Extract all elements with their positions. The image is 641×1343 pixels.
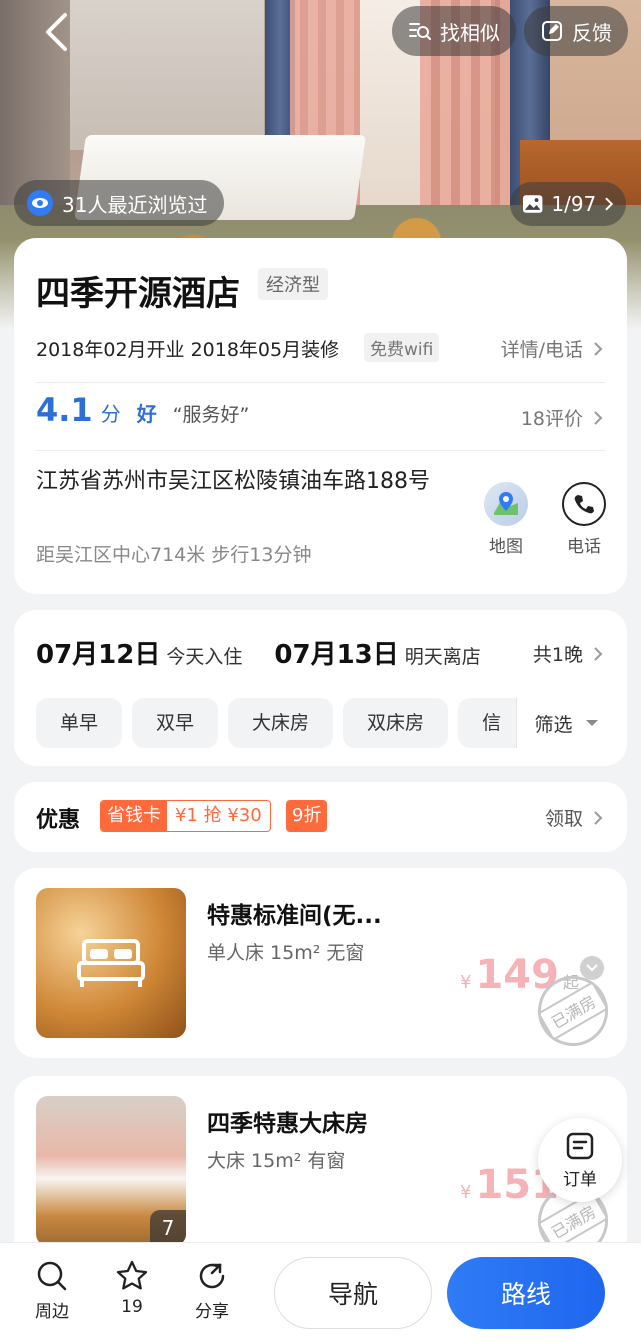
caret-down-icon xyxy=(585,720,598,726)
star-icon xyxy=(116,1260,148,1290)
chevron-right-icon xyxy=(594,410,603,425)
navigate-button[interactable]: 导航 xyxy=(274,1257,432,1329)
details-phone-link[interactable]: 详情/电话 xyxy=(501,335,603,362)
chevron-right-icon xyxy=(594,646,603,661)
filter-chip-double-breakfast[interactable]: 双早 xyxy=(132,698,219,748)
chevron-right-icon xyxy=(594,810,603,825)
hotel-opening-info: 2018年02月开业 2018年05月装修 xyxy=(36,339,340,361)
photo-count-text: 1/97 xyxy=(551,192,597,216)
order-icon xyxy=(566,1132,594,1159)
checkout-label: 明天离店 xyxy=(404,646,481,668)
hotel-address: 江苏省苏州市吴江区松陵镇油车路188号 xyxy=(36,469,430,494)
nights-count: 共1晚 xyxy=(532,644,583,666)
reviews-link[interactable]: 18评价 xyxy=(521,404,603,431)
share-label: 分享 xyxy=(195,1302,229,1322)
chevron-right-icon xyxy=(605,197,614,211)
discount-badge: 9折 xyxy=(286,800,328,832)
share-icon xyxy=(199,1263,225,1289)
claim-link[interactable]: 领取 xyxy=(545,804,603,831)
promo-card[interactable]: 优惠 省钱卡 ¥1 抢 ¥30 9折 领取 xyxy=(14,782,627,852)
details-phone-label: 详情/电话 xyxy=(500,339,583,361)
chevron-left-icon xyxy=(46,13,67,51)
map-pin-icon xyxy=(494,492,518,515)
room-image[interactable]: 7 xyxy=(36,1096,186,1246)
filter-chip-twin-bed[interactable]: 双床房 xyxy=(343,698,449,748)
filter-button[interactable]: 筛选 xyxy=(516,698,616,748)
review-quote: “服务好” xyxy=(172,404,250,426)
rating-word: 好 xyxy=(136,402,157,426)
search-icon xyxy=(37,1261,67,1291)
checkin-label: 今天入住 xyxy=(166,646,243,668)
room-image[interactable] xyxy=(36,888,186,1038)
chevron-down-icon xyxy=(586,964,598,972)
feedback-label: 反馈 xyxy=(572,20,612,45)
room-spec: 单人床 15m² 无窗 xyxy=(207,942,365,964)
checkin-date: 07月12日 xyxy=(36,640,161,670)
nights-selector[interactable]: 共1晚 xyxy=(533,640,603,667)
photo-count-badge[interactable]: 1/97 xyxy=(510,182,626,226)
stay-dates[interactable]: 07月12日 今天入住 07月13日 明天离店 xyxy=(36,634,481,671)
feedback-button[interactable]: 反馈 xyxy=(524,6,628,56)
room-name: 四季特惠大床房 xyxy=(207,1111,368,1137)
bottom-action-bar: 周边 19 分享 导航 路线 xyxy=(0,1242,641,1343)
rating-unit: 分 xyxy=(100,402,121,426)
eye-icon xyxy=(27,190,53,216)
filter-chips: 单早 双早 大床房 双床房 信 xyxy=(36,698,516,748)
saving-card-badge: 省钱卡 ¥1 抢 ¥30 xyxy=(100,800,271,832)
nearby-button[interactable]: 周边 xyxy=(22,1259,82,1322)
reviews-count: 18评价 xyxy=(520,408,583,430)
viewers-text: 31人最近浏览过 xyxy=(62,192,208,217)
hotel-info-card: 四季开源酒店 经济型 2018年02月开业 2018年05月装修 免费wifi … xyxy=(14,238,627,594)
checkout-date: 07月13日 xyxy=(274,640,399,670)
search-list-icon xyxy=(409,23,431,40)
phone-button[interactable]: 电话 xyxy=(562,482,606,557)
date-filter-card: 07月12日 今天入住 07月13日 明天离店 共1晚 单早 双早 大床房 双床… xyxy=(14,610,627,766)
filter-label: 筛选 xyxy=(534,713,573,736)
saving-card-label: 省钱卡 xyxy=(101,801,167,831)
viewers-badge: 31人最近浏览过 xyxy=(14,180,224,226)
favorite-button[interactable]: 19 xyxy=(102,1259,162,1317)
bed-icon xyxy=(77,939,145,987)
hotel-type-tag: 经济型 xyxy=(258,268,328,300)
promo-title: 优惠 xyxy=(36,808,81,833)
nearby-label: 周边 xyxy=(35,1302,69,1322)
route-button[interactable]: 路线 xyxy=(447,1257,605,1329)
rating-score: 4.1 xyxy=(36,391,93,429)
image-count: 7 xyxy=(150,1210,186,1246)
phone-label: 电话 xyxy=(567,537,601,557)
hotel-distance: 距吴江区中心714米 步行13分钟 xyxy=(36,544,312,566)
hotel-name: 四季开源酒店 xyxy=(36,274,240,314)
room-card[interactable]: 特惠标准间(无... 单人床 15m² 无窗 ¥ 149 起 已满房 xyxy=(14,868,627,1059)
order-label: 订单 xyxy=(563,1169,597,1190)
phone-icon xyxy=(574,495,594,514)
price-currency: ¥ xyxy=(460,972,472,993)
filter-chip-single-breakfast[interactable]: 单早 xyxy=(36,698,123,748)
back-button[interactable] xyxy=(34,10,78,54)
rating-summary[interactable]: 4.1 分 好 “服务好” xyxy=(36,391,249,429)
claim-label: 领取 xyxy=(544,808,583,830)
filter-chip-king-bed[interactable]: 大床房 xyxy=(228,698,334,748)
filter-chip-partial[interactable]: 信 xyxy=(458,698,516,748)
favorites-count: 19 xyxy=(121,1297,143,1317)
room-spec: 大床 15m² 有窗 xyxy=(207,1150,346,1172)
sold-out-text: 已满房 xyxy=(537,981,609,1041)
map-label: 地图 xyxy=(489,537,523,557)
room-name: 特惠标准间(无... xyxy=(207,903,382,929)
saving-card-offer: ¥1 抢 ¥30 xyxy=(175,805,262,826)
edit-icon xyxy=(542,21,562,41)
find-similar-label: 找相似 xyxy=(440,20,500,45)
price-currency: ¥ xyxy=(460,1182,472,1203)
chevron-right-icon xyxy=(594,341,603,356)
divider xyxy=(36,450,605,451)
map-button[interactable]: 地图 xyxy=(484,482,528,557)
divider xyxy=(36,382,605,383)
image-icon xyxy=(522,195,543,213)
order-button[interactable]: 订单 xyxy=(538,1118,622,1202)
find-similar-button[interactable]: 找相似 xyxy=(392,6,516,56)
share-button[interactable]: 分享 xyxy=(182,1259,242,1322)
wifi-tag: 免费wifi xyxy=(364,333,440,362)
